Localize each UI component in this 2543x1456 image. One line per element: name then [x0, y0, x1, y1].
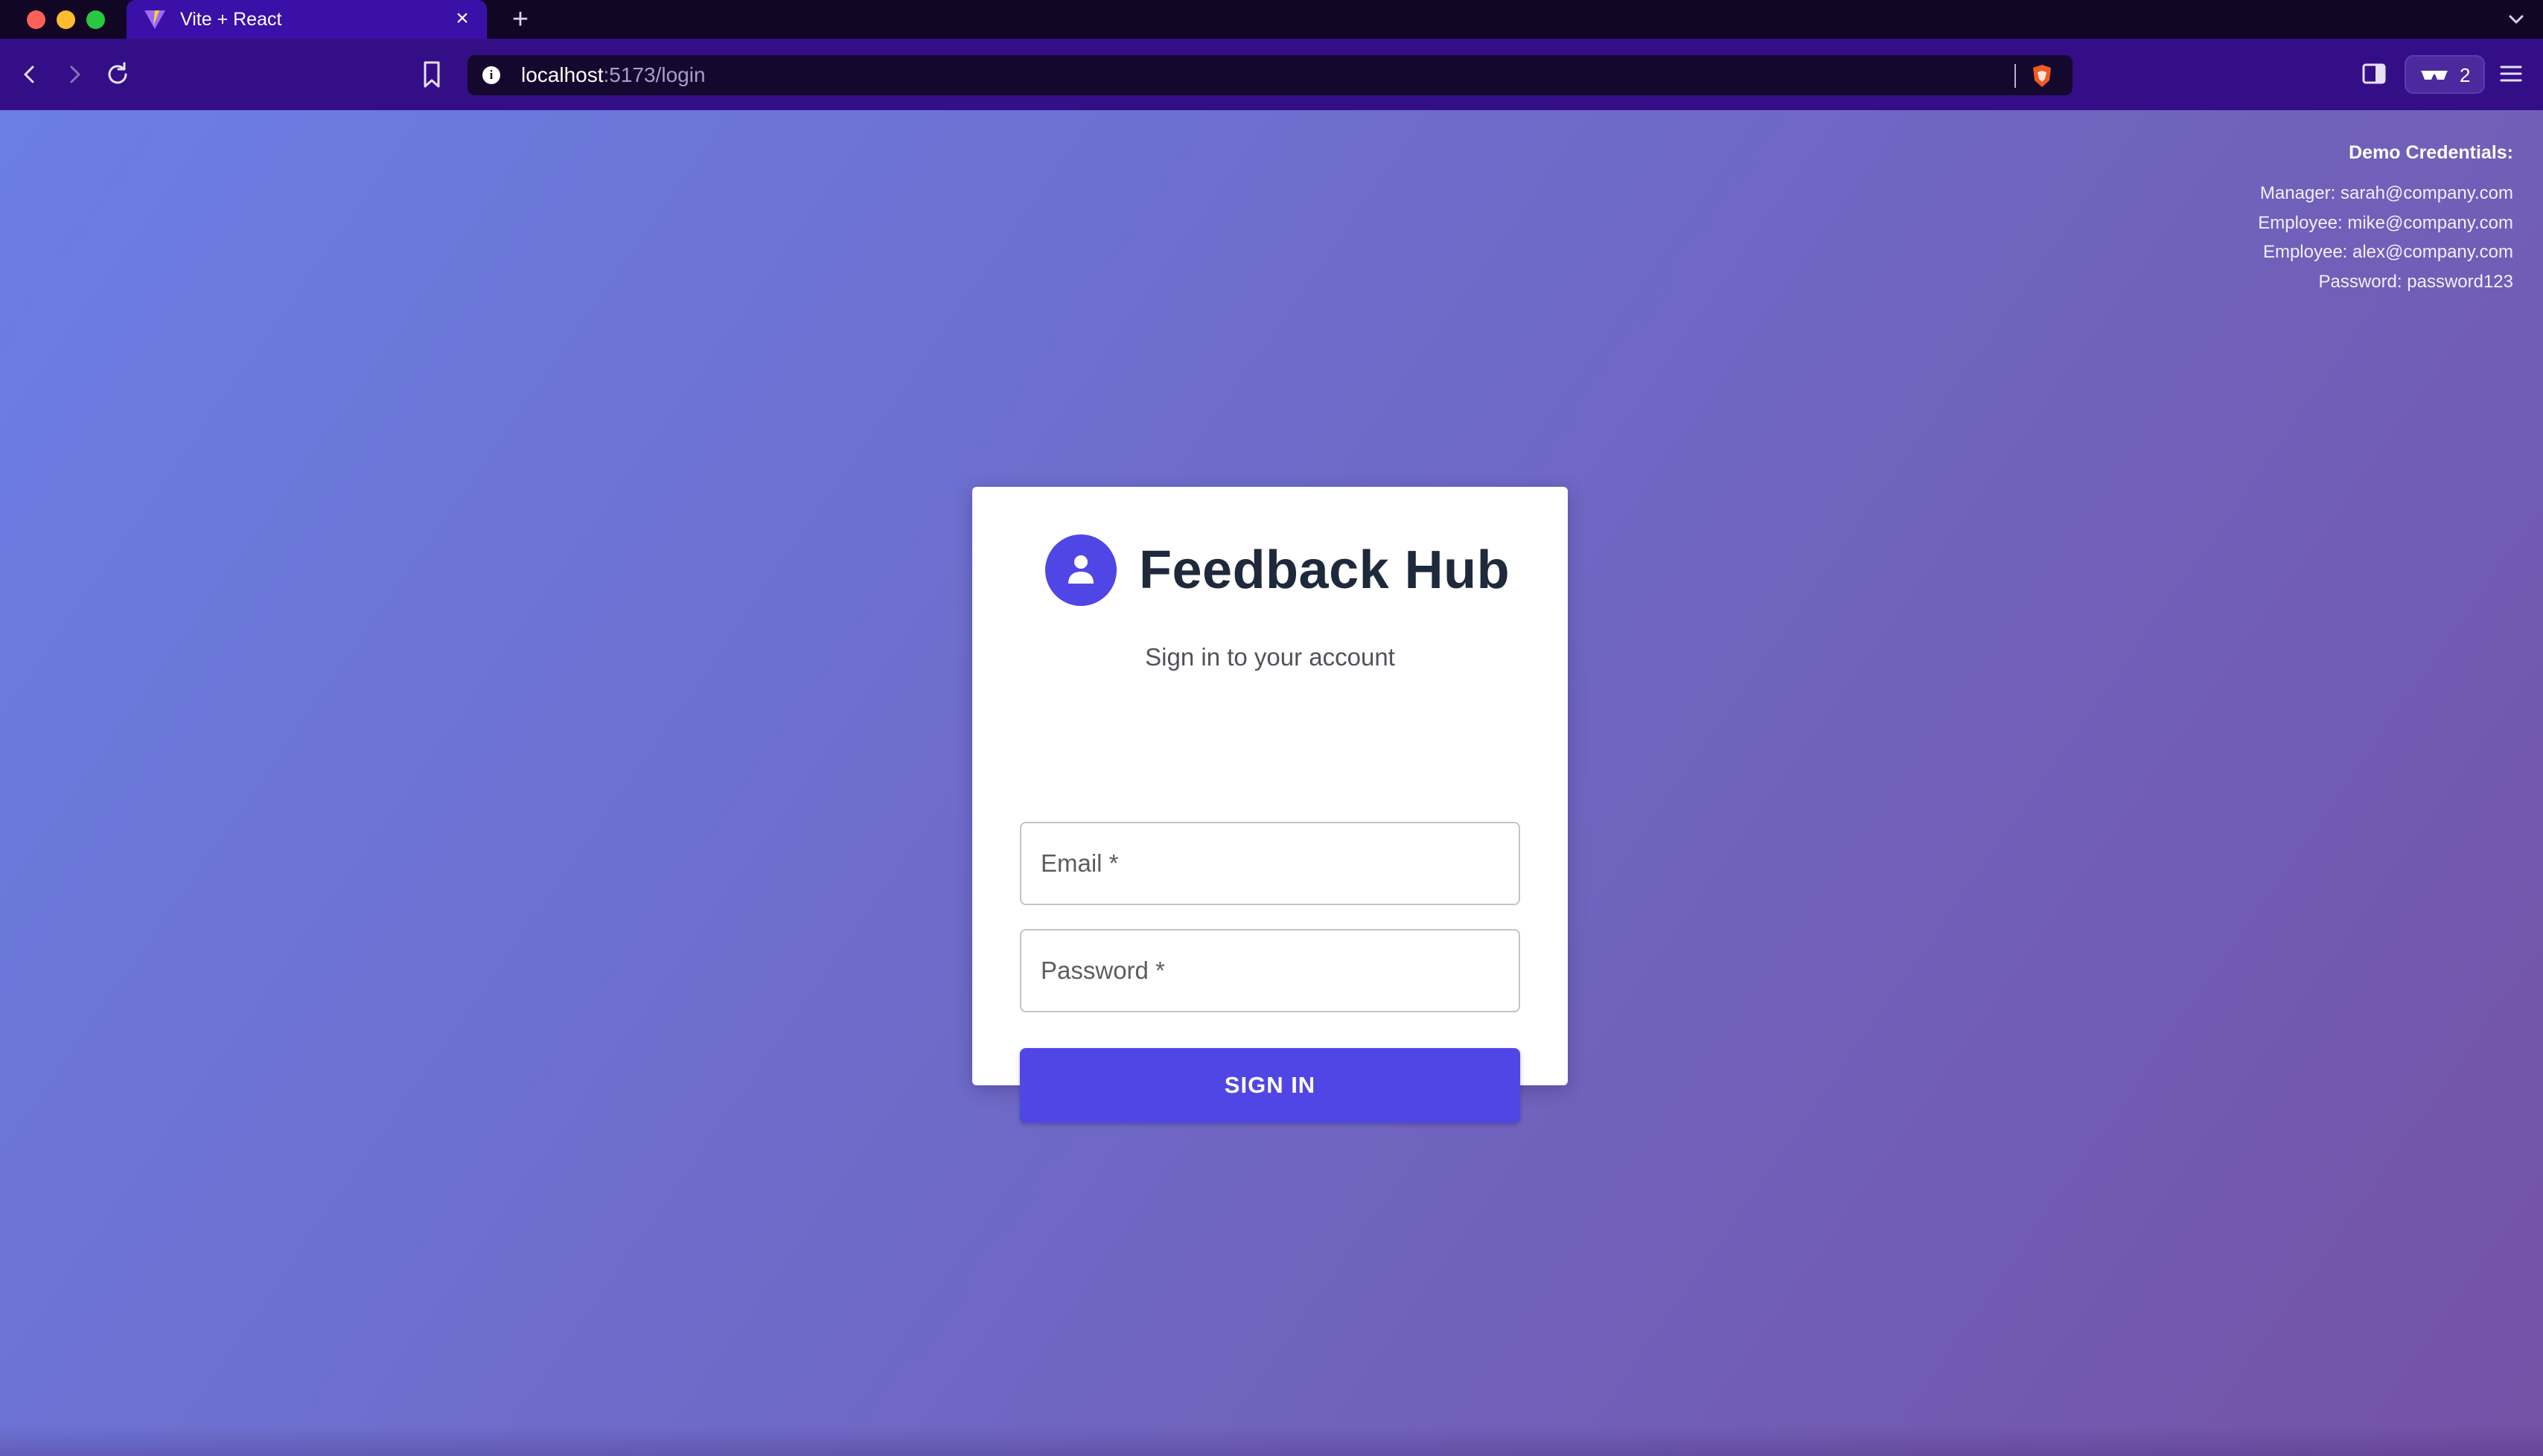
- url-host: localhost: [521, 63, 604, 86]
- hamburger-menu-icon[interactable]: [2497, 60, 2525, 88]
- brave-shield-icon[interactable]: [2029, 63, 2055, 89]
- glasses-icon: [2421, 71, 2448, 80]
- url-divider: [2014, 64, 2016, 88]
- new-tab-button[interactable]: +: [506, 4, 535, 34]
- login-card: Feedback Hub Sign in to your account Ema…: [972, 487, 1568, 1123]
- demo-credential-line: Employee: mike@company.com: [2258, 212, 2513, 233]
- app-title: Feedback Hub: [1139, 540, 1510, 600]
- password-label: Password *: [1041, 957, 1165, 984]
- url-path: :5173/login: [603, 63, 706, 86]
- demo-credentials: Demo Credentials: Manager: sarah@company…: [2258, 140, 2513, 296]
- maximize-window-button[interactable]: [86, 10, 105, 29]
- page-bottom-shade: [0, 1426, 2543, 1456]
- tab-vite-react[interactable]: Vite + React ×: [127, 0, 487, 39]
- signin-subtitle: Sign in to your account: [1145, 643, 1395, 671]
- close-icon[interactable]: ×: [451, 7, 473, 30]
- password-field[interactable]: Password *: [1020, 929, 1520, 1012]
- person-icon: [1068, 555, 1094, 584]
- demo-credentials-title: Demo Credentials:: [2349, 142, 2513, 163]
- wallet-count: 2: [2460, 64, 2471, 86]
- url-text[interactable]: localhost:5173/login: [521, 63, 706, 87]
- address-bar[interactable]: i localhost:5173/login: [468, 55, 2073, 95]
- email-label: Email *: [1041, 849, 1119, 877]
- email-field[interactable]: Email *: [1020, 822, 1520, 905]
- bookmark-icon[interactable]: [417, 58, 447, 91]
- tab-title: Vite + React: [180, 9, 282, 30]
- reload-icon[interactable]: [103, 60, 133, 89]
- browser-toolbar: i localhost:5173/login 2: [0, 39, 2543, 110]
- sign-in-button[interactable]: SIGN IN: [1020, 1048, 1520, 1123]
- demo-credential-line: Manager: sarah@company.com: [2259, 183, 2513, 203]
- tab-strip: Vite + React × +: [0, 0, 2543, 39]
- demo-credential-line: Employee: alex@company.com: [2262, 242, 2513, 262]
- sidebar-icon[interactable]: [2360, 60, 2388, 88]
- forward-arrow-icon[interactable]: [60, 60, 89, 89]
- wallet-button[interactable]: 2: [2405, 55, 2485, 94]
- vite-logo-icon: [144, 10, 165, 29]
- site-info-icon[interactable]: i: [482, 66, 500, 84]
- login-page: Demo Credentials: Manager: sarah@company…: [0, 110, 2543, 1456]
- chevron-down-icon[interactable]: [2503, 7, 2530, 31]
- close-window-button[interactable]: [27, 10, 45, 29]
- demo-credential-line: Password: password123: [2318, 271, 2513, 292]
- user-avatar-icon: [1045, 534, 1117, 606]
- minimize-window-button[interactable]: [57, 10, 75, 29]
- back-arrow-icon[interactable]: [15, 60, 45, 89]
